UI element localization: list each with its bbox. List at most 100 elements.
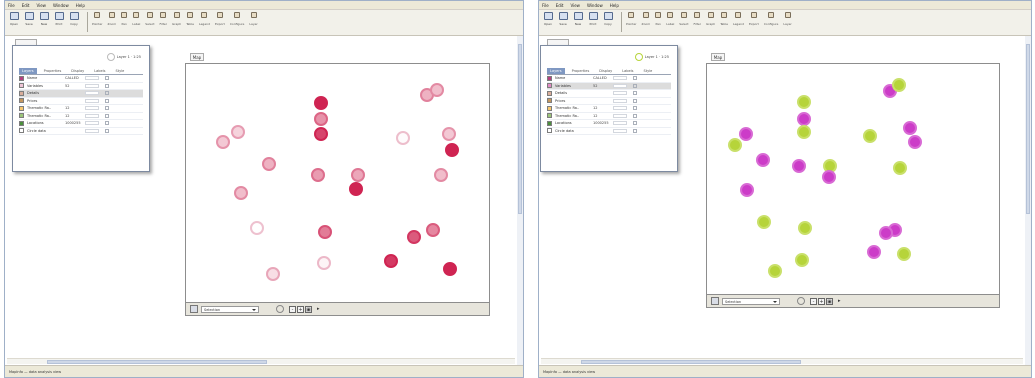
map-point[interactable]	[797, 220, 812, 235]
layer-visibility-checkbox[interactable]	[633, 128, 637, 133]
map-point[interactable]	[230, 125, 245, 140]
layer-field[interactable]	[85, 106, 99, 111]
map-point[interactable]	[796, 95, 811, 110]
layer-visibility-checkbox[interactable]	[633, 106, 637, 111]
map-point[interactable]	[907, 134, 922, 149]
pan-tool[interactable]: Pan	[655, 12, 662, 26]
map-point[interactable]	[407, 230, 422, 245]
map-point[interactable]	[879, 226, 893, 241]
map-point[interactable]	[767, 263, 782, 278]
legend-row[interactable]: Details	[19, 90, 143, 98]
pan-tool[interactable]: Pan	[121, 12, 128, 26]
play-icon[interactable]: ▸	[317, 306, 320, 312]
map-point[interactable]	[316, 255, 331, 270]
horizontal-scrollbar[interactable]	[541, 358, 1023, 364]
layer-visibility-checkbox[interactable]	[633, 76, 637, 81]
table-tool[interactable]: Table	[720, 12, 728, 26]
tab-labels[interactable]: Labels	[91, 68, 108, 74]
layer-visibility-checkbox[interactable]	[633, 83, 637, 88]
print-button[interactable]: Print	[587, 12, 599, 33]
tab-display[interactable]: Display	[68, 68, 87, 74]
map-point[interactable]	[441, 127, 456, 142]
play-icon[interactable]: ▸	[838, 298, 841, 304]
open-button[interactable]: Open	[8, 12, 20, 33]
menu-file[interactable]: File	[542, 3, 549, 8]
layer-tool[interactable]: Layer	[783, 12, 792, 26]
tab-layers[interactable]: Layers	[547, 68, 565, 74]
map-point[interactable]	[756, 215, 771, 230]
filter-tool[interactable]: Filter	[694, 12, 701, 26]
menu-help[interactable]: Help	[610, 3, 619, 8]
legend-row[interactable]: Prices	[19, 98, 143, 105]
layer-field[interactable]	[613, 76, 627, 81]
tab-labels[interactable]: Labels	[619, 68, 636, 74]
map-point[interactable]	[311, 168, 326, 183]
layer-visibility-checkbox[interactable]	[105, 76, 109, 81]
tab-properties[interactable]: Properties	[569, 68, 593, 74]
legend-row[interactable]: Prices	[547, 98, 671, 105]
layer-field[interactable]	[613, 128, 627, 133]
map-point[interactable]	[348, 181, 363, 196]
layer-visibility-checkbox[interactable]	[633, 121, 637, 126]
layer-field[interactable]	[613, 98, 627, 103]
legend-tool[interactable]: Legend	[733, 12, 744, 26]
legend-row[interactable]: Thematic Ra.. 12	[547, 113, 671, 120]
map-view[interactable]: Map Selection - + ▣ ▸	[185, 53, 490, 316]
layer-field[interactable]	[613, 113, 627, 118]
map-point[interactable]	[739, 127, 754, 142]
pointer-tool[interactable]: Pointer	[626, 12, 637, 26]
map-point[interactable]	[430, 82, 445, 97]
map-point[interactable]	[395, 131, 410, 146]
selection-dropdown[interactable]: Selection	[201, 305, 259, 313]
map-point[interactable]	[250, 220, 265, 235]
map-point[interactable]	[384, 253, 399, 268]
legend-row[interactable]: Variables 52	[547, 82, 671, 90]
menu-view[interactable]: View	[570, 3, 580, 8]
new-button[interactable]: New	[38, 12, 50, 33]
table-tool[interactable]: Table	[186, 12, 194, 26]
graph-tool[interactable]: Graph	[172, 12, 181, 26]
zoom-tool[interactable]: Zoom	[108, 12, 116, 26]
pointer-tool[interactable]: Pointer	[92, 12, 103, 26]
export-tool[interactable]: Export	[749, 12, 759, 26]
horizontal-scrollbar[interactable]	[7, 358, 515, 364]
map-point[interactable]	[425, 222, 440, 237]
label-tool[interactable]: Label	[666, 12, 674, 26]
map-point[interactable]	[314, 111, 329, 126]
map-point[interactable]	[866, 245, 881, 260]
map-point[interactable]	[266, 267, 281, 282]
tab-properties[interactable]: Properties	[41, 68, 65, 74]
vertical-scrollbar[interactable]	[1025, 36, 1031, 365]
legend-row[interactable]: Thematic Ra.. 12	[19, 105, 143, 113]
layer-field[interactable]	[613, 83, 627, 88]
menu-edit[interactable]: Edit	[22, 3, 30, 8]
menu-file[interactable]: File	[8, 3, 15, 8]
map-point[interactable]	[892, 78, 907, 93]
menu-help[interactable]: Help	[76, 3, 85, 8]
zoom-out-button[interactable]: -	[289, 305, 296, 313]
map-point[interactable]	[893, 160, 908, 175]
layer-visibility-checkbox[interactable]	[633, 113, 637, 118]
tab-style[interactable]: Style	[112, 68, 127, 74]
legend-row[interactable]: Thematic Ra.. 12	[19, 113, 143, 120]
vertical-scrollbar[interactable]	[517, 36, 523, 365]
tab-layers[interactable]: Layers	[19, 68, 37, 74]
map-point[interactable]	[317, 224, 332, 239]
layer-field[interactable]	[85, 98, 99, 103]
map-point[interactable]	[433, 168, 448, 183]
legend-row[interactable]: Circle data	[547, 128, 671, 135]
layer-field[interactable]	[85, 76, 99, 81]
fit-button[interactable]: ▣	[305, 305, 312, 313]
export-tool[interactable]: Export	[215, 12, 225, 26]
layer-visibility-checkbox[interactable]	[105, 83, 109, 88]
print-button[interactable]: Print	[53, 12, 65, 33]
map-point[interactable]	[261, 156, 276, 171]
scrollbar-thumb[interactable]	[1026, 44, 1030, 214]
map-point[interactable]	[821, 170, 836, 185]
menu-edit[interactable]: Edit	[556, 3, 564, 8]
layer-field[interactable]	[613, 91, 627, 96]
map-point[interactable]	[234, 185, 249, 200]
scrollbar-thumb[interactable]	[47, 360, 267, 364]
zoom-in-button[interactable]: +	[297, 305, 304, 313]
legend-row[interactable]: Name CALLED	[19, 75, 143, 83]
